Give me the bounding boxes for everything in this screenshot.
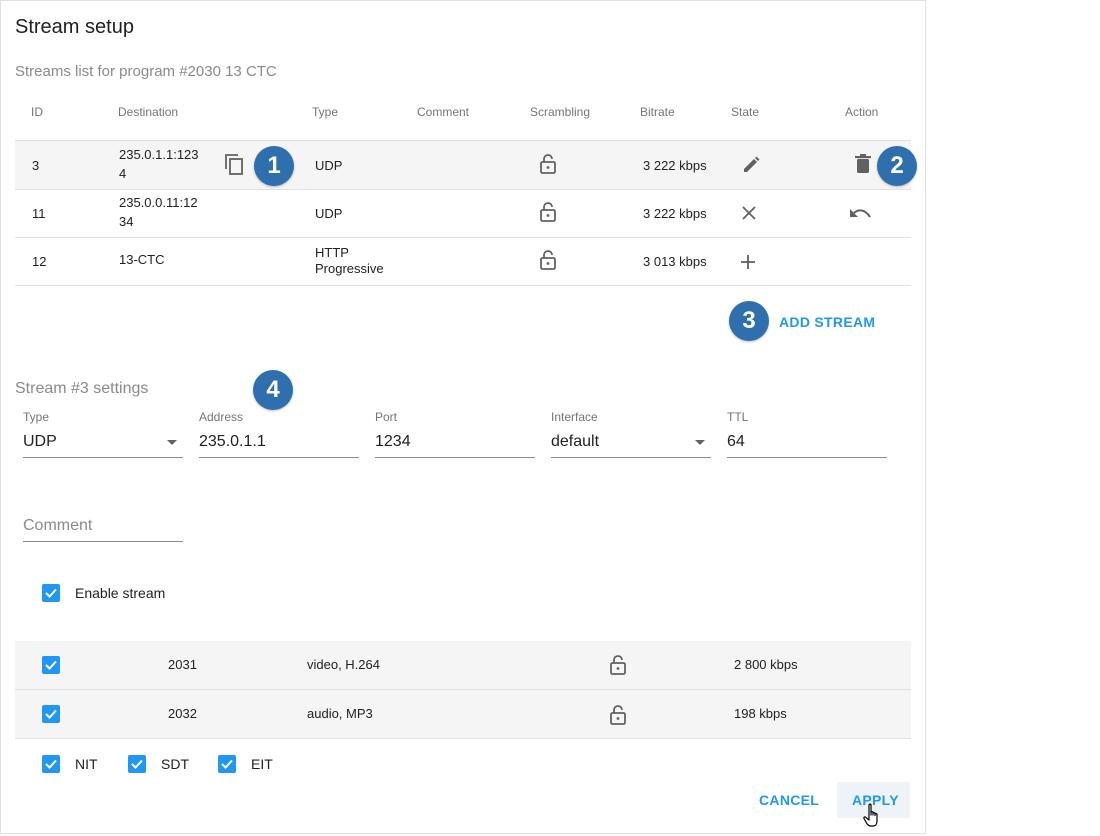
eit-checkbox[interactable] bbox=[218, 755, 236, 773]
lock-open-icon bbox=[540, 202, 556, 222]
row-type-line1: HTTP bbox=[315, 245, 349, 260]
table-row[interactable]: 11 235.0.0.11:12 34 UDP 3 222 kbps bbox=[15, 189, 911, 238]
pid-number: 2031 bbox=[168, 657, 197, 672]
pid-description: audio, MP3 bbox=[307, 706, 373, 721]
checkmark-icon bbox=[45, 759, 57, 769]
col-header-bitrate: Bitrate bbox=[640, 105, 675, 119]
chevron-down-icon bbox=[167, 440, 177, 445]
row-type-line2: Progressive bbox=[315, 261, 384, 276]
type-field-label: Type bbox=[23, 410, 50, 424]
row-bitrate: 3 222 kbps bbox=[643, 206, 707, 221]
col-header-scrambling: Scrambling bbox=[530, 105, 591, 119]
port-field-label: Port bbox=[375, 410, 398, 424]
interface-select[interactable]: default bbox=[551, 426, 711, 458]
callout-badge-2: 2 bbox=[877, 146, 917, 186]
callout-badge-1: 1 bbox=[254, 146, 294, 186]
col-header-type: Type bbox=[312, 105, 339, 119]
checkmark-icon bbox=[45, 660, 57, 670]
row-destination-line2: 4 bbox=[119, 166, 127, 181]
lock-open-icon bbox=[540, 154, 556, 174]
row-type-line1: UDP bbox=[315, 158, 343, 173]
pid-row[interactable]: 2032 audio, MP3 198 kbps bbox=[15, 690, 911, 739]
stream-setup-dialog: Stream setup Streams list for program #2… bbox=[0, 0, 926, 834]
copy-icon[interactable] bbox=[223, 153, 245, 177]
port-input-value: 1234 bbox=[375, 433, 411, 450]
col-header-destination: Destination bbox=[118, 105, 179, 119]
pid-bitrate: 2 800 kbps bbox=[734, 657, 798, 672]
close-icon[interactable] bbox=[741, 205, 757, 221]
interface-select-value: default bbox=[551, 433, 600, 450]
row-destination-line1: 235.0.1.1:123 bbox=[119, 147, 199, 162]
type-select[interactable]: UDP bbox=[23, 426, 183, 458]
pid-bitrate: 198 kbps bbox=[734, 706, 787, 721]
callout-badge-4: 4 bbox=[253, 370, 293, 410]
row-id: 11 bbox=[32, 206, 46, 221]
lock-open-icon bbox=[610, 705, 626, 725]
row-destination-line1: 13-CTC bbox=[119, 252, 165, 267]
address-field-label: Address bbox=[199, 410, 244, 424]
col-header-action: Action bbox=[845, 105, 879, 119]
lock-open-icon bbox=[540, 250, 556, 270]
callout-badge-3: 3 bbox=[729, 301, 769, 341]
address-input-value: 235.0.1.1 bbox=[199, 433, 266, 450]
checkmark-icon bbox=[45, 709, 57, 719]
row-destination-line1: 235.0.0.11:12 bbox=[119, 195, 198, 210]
undo-icon[interactable] bbox=[849, 207, 873, 221]
lock-open-icon bbox=[610, 655, 626, 675]
cancel-button[interactable]: CANCEL bbox=[759, 792, 819, 808]
col-header-state: State bbox=[731, 105, 760, 119]
checkmark-icon bbox=[45, 588, 57, 598]
nit-checkbox[interactable] bbox=[42, 755, 60, 773]
row-bitrate: 3 013 kbps bbox=[643, 254, 707, 269]
checkmark-icon bbox=[221, 759, 233, 769]
row-type-line1: UDP bbox=[315, 206, 343, 221]
ttl-input[interactable]: 64 bbox=[727, 426, 887, 458]
dialog-title: Stream setup bbox=[15, 16, 134, 38]
row-id: 3 bbox=[32, 158, 40, 173]
sdt-label: SDT bbox=[161, 756, 189, 772]
ttl-input-value: 64 bbox=[727, 433, 745, 450]
type-select-value: UDP bbox=[23, 433, 57, 450]
sdt-checkbox[interactable] bbox=[128, 755, 146, 773]
interface-field-label: Interface bbox=[551, 410, 598, 424]
chevron-down-icon bbox=[695, 440, 705, 445]
table-row[interactable]: 3 235.0.1.1:123 4 UDP 3 222 kbps bbox=[15, 141, 911, 190]
plus-icon[interactable] bbox=[740, 254, 756, 270]
pid-description: video, H.264 bbox=[307, 657, 380, 672]
trash-icon[interactable] bbox=[854, 154, 872, 174]
pid-number: 2032 bbox=[168, 706, 197, 721]
enable-stream-checkbox[interactable] bbox=[42, 584, 60, 602]
checkmark-icon bbox=[131, 759, 143, 769]
stream-settings-title: Stream #3 settings bbox=[15, 380, 149, 397]
enable-stream-label: Enable stream bbox=[75, 585, 166, 601]
row-destination-line2: 34 bbox=[119, 214, 134, 229]
pid-row[interactable]: 2031 video, H.264 2 800 kbps bbox=[15, 641, 911, 690]
streams-list-subtitle: Streams list for program #2030 13 CTC bbox=[15, 63, 277, 80]
add-stream-button[interactable]: ADD STREAM bbox=[779, 314, 875, 330]
nit-label: NIT bbox=[75, 756, 98, 772]
eit-label: EIT bbox=[251, 756, 273, 772]
port-input[interactable]: 1234 bbox=[375, 426, 535, 458]
address-input[interactable]: 235.0.1.1 bbox=[199, 426, 359, 458]
comment-input-placeholder: Comment bbox=[23, 517, 93, 534]
comment-input[interactable]: Comment bbox=[23, 510, 183, 542]
table-row[interactable]: 12 13-CTC HTTP Progressive 3 013 kbps bbox=[15, 237, 911, 286]
col-header-id: ID bbox=[31, 105, 43, 119]
row-id: 12 bbox=[32, 254, 47, 269]
pid-checkbox[interactable] bbox=[42, 705, 60, 723]
ttl-field-label: TTL bbox=[727, 410, 749, 424]
pencil-icon[interactable] bbox=[741, 155, 761, 175]
pid-checkbox[interactable] bbox=[42, 656, 60, 674]
col-header-comment: Comment bbox=[417, 105, 470, 119]
row-bitrate: 3 222 kbps bbox=[643, 158, 707, 173]
hand-cursor-icon bbox=[863, 803, 878, 827]
